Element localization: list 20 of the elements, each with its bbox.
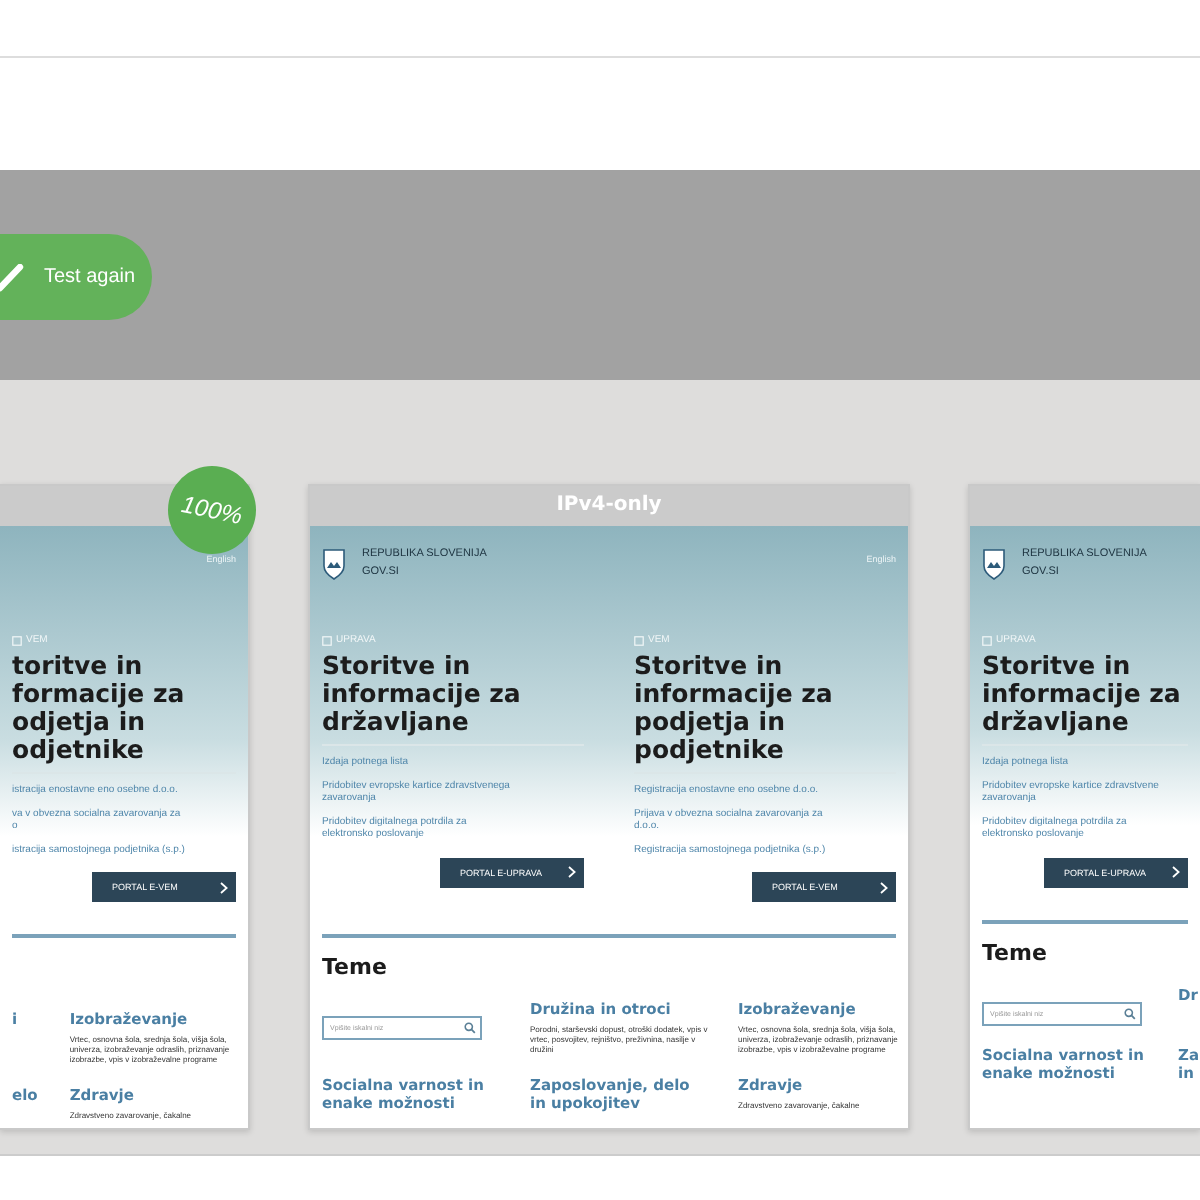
chevron-icon [568,866,576,878]
coat-of-arms-icon [982,547,1006,580]
label-icon [982,635,992,645]
coat-of-arms-icon [322,547,346,580]
chevron-icon [1172,866,1180,878]
label-icon [634,635,644,645]
search-icon [1124,1007,1136,1019]
topics-heading: Teme [322,954,389,980]
label-icon [12,635,22,645]
test-again-button[interactable]: Test again [0,234,152,320]
chevron-icon [880,881,888,893]
section-heading: Storitve in informacije za državljane [982,652,1188,746]
label-icon [322,635,332,645]
search-icon [464,1022,476,1034]
section-heading: Storitve in informacije za državljane [322,652,584,746]
topics-heading: Teme [982,939,1049,965]
chevron-icon [220,881,228,893]
section-heading: Storitve in informacije za podjetja in podjetnike [634,652,896,774]
check-icon [0,263,24,291]
section-heading: toritve in formacije za odjetja in odjetnike [12,652,236,774]
